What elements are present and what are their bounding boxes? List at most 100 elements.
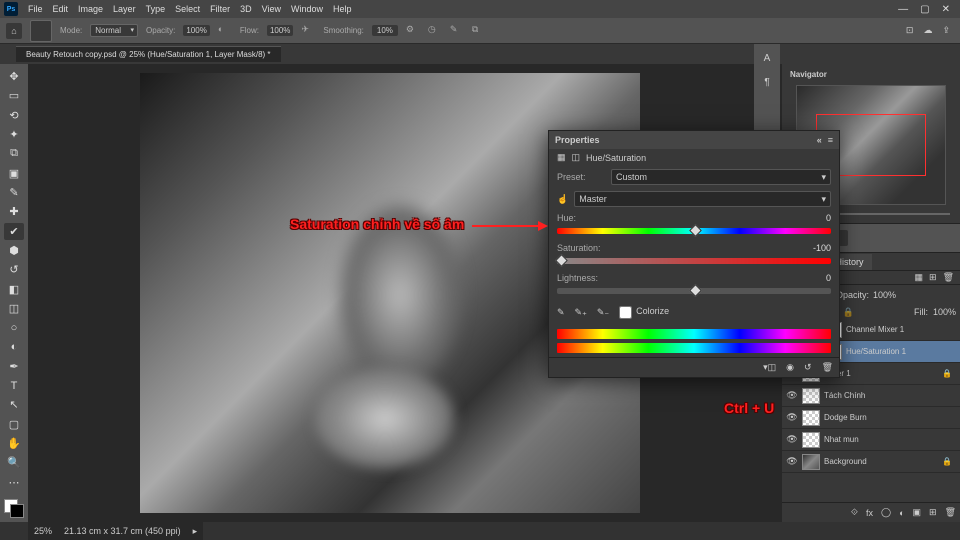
hue-slider[interactable] <box>549 226 839 240</box>
saturation-slider[interactable] <box>549 256 839 270</box>
menu-edit[interactable]: Edit <box>53 4 69 14</box>
color-swatch[interactable] <box>4 499 24 518</box>
layer-mask-icon[interactable]: ◯ <box>881 507 891 518</box>
visibility-icon[interactable]: 👁 <box>786 456 798 467</box>
color-panel-icon[interactable]: A <box>759 50 775 66</box>
arrow-icon <box>472 220 548 232</box>
dodge-tool[interactable]: ◐ <box>4 338 24 355</box>
finger-icon[interactable]: ☝ <box>557 194 568 205</box>
symmetry-icon[interactable]: ⧉ <box>472 24 486 38</box>
menu-view[interactable]: View <box>262 4 281 14</box>
channel-select[interactable]: Master <box>574 191 831 207</box>
edit-toolbar[interactable]: ⋯ <box>4 474 24 491</box>
mask-icon[interactable]: ◫ <box>572 152 581 163</box>
menu-select[interactable]: Select <box>175 4 200 14</box>
layer-row[interactable]: 👁Dodge Burn <box>782 407 960 429</box>
panel-menu-icon[interactable]: ≡ <box>828 135 833 145</box>
group-icon[interactable]: ▣ <box>913 507 922 518</box>
type-tool[interactable]: T <box>4 377 24 394</box>
pen-tool[interactable]: ✒ <box>4 358 24 375</box>
visibility-icon[interactable]: 👁 <box>786 412 798 423</box>
eyedropper-add-icon[interactable]: ✎₊ <box>575 307 587 318</box>
brush-preview[interactable] <box>30 20 52 42</box>
crop-tool[interactable]: ⧉ <box>4 145 24 162</box>
hue-value[interactable]: 0 <box>803 213 831 223</box>
eraser-tool[interactable]: ◧ <box>4 280 24 297</box>
close-icon[interactable]: ✕ <box>942 4 950 15</box>
preset-select[interactable]: Custom <box>611 169 831 185</box>
angle-icon[interactable]: ◷ <box>428 24 442 38</box>
lightness-slider[interactable] <box>549 286 839 300</box>
pressure-size-icon[interactable]: ✎ <box>450 24 464 38</box>
menu-help[interactable]: Help <box>333 4 352 14</box>
menu-layer[interactable]: Layer <box>113 4 136 14</box>
eyedropper-icon[interactable]: ✎ <box>557 307 565 318</box>
minimize-icon[interactable]: — <box>898 4 908 15</box>
clip-icon[interactable]: ▾◫ <box>763 362 776 373</box>
move-tool[interactable]: ✥ <box>4 68 24 85</box>
menu-image[interactable]: Image <box>78 4 103 14</box>
adjustment-layer-icon[interactable]: ◐ <box>899 508 904 518</box>
stamp-tool[interactable]: ⬢ <box>4 242 24 259</box>
menu-file[interactable]: File <box>28 4 43 14</box>
history-icon[interactable]: ▦ <box>915 272 924 283</box>
eyedropper-tool[interactable]: ✎ <box>4 184 24 201</box>
lock-all-icon[interactable]: 🔒 <box>843 307 853 317</box>
document-tab[interactable]: Beauty Retouch copy.psd @ 25% (Hue/Satur… <box>16 46 281 62</box>
opacity-value[interactable]: 100% <box>183 25 209 36</box>
frame-tool[interactable]: ▣ <box>4 165 24 182</box>
brush-tool[interactable]: ✔ <box>4 223 24 240</box>
blur-tool[interactable]: ○ <box>4 319 24 336</box>
delete-layer-icon[interactable]: 🗑 <box>945 507 956 518</box>
gradient-tool[interactable]: ◫ <box>4 300 24 317</box>
pressure-opacity-icon[interactable]: ◐ <box>218 24 232 38</box>
lasso-tool[interactable]: ⟲ <box>4 107 24 124</box>
layer-fx-icon[interactable]: fx <box>866 508 873 518</box>
marquee-tool[interactable]: ▭ <box>4 87 24 104</box>
layer-row[interactable]: 👁Nhat mun <box>782 429 960 451</box>
share-icon[interactable]: ⇪ <box>942 25 950 36</box>
smoothing-value[interactable]: 10% <box>372 25 398 36</box>
path-tool[interactable]: ↖ <box>4 396 24 413</box>
visibility-icon[interactable]: 👁 <box>786 434 798 445</box>
visibility-icon[interactable]: 👁 <box>786 390 798 401</box>
colorize-checkbox[interactable] <box>619 306 632 319</box>
wand-tool[interactable]: ✦ <box>4 126 24 143</box>
saturation-value[interactable]: -100 <box>803 243 831 253</box>
flow-value[interactable]: 100% <box>267 25 293 36</box>
reset-icon[interactable]: ↺ <box>804 362 812 373</box>
fill-value[interactable]: 100% <box>933 307 956 317</box>
cloud-icon[interactable]: ☁ <box>923 25 932 36</box>
history-trash-icon[interactable]: 🗑 <box>943 272 954 283</box>
menu-window[interactable]: Window <box>291 4 323 14</box>
trash-icon[interactable]: 🗑 <box>822 362 833 373</box>
layer-opacity-value[interactable]: 100% <box>873 290 896 300</box>
eyedropper-sub-icon[interactable]: ✎₋ <box>597 307 609 318</box>
view-previous-icon[interactable]: ◉ <box>786 362 794 373</box>
history-new-icon[interactable]: ⊞ <box>929 272 937 283</box>
history-brush-tool[interactable]: ↺ <box>4 261 24 278</box>
new-layer-icon[interactable]: ⊞ <box>929 507 937 518</box>
char-panel-icon[interactable]: ¶ <box>759 74 775 90</box>
adjustment-type-icon: ▦ <box>557 152 566 163</box>
layer-row[interactable]: 👁Tách Chính <box>782 385 960 407</box>
panel-collapse-icon[interactable]: « <box>817 135 822 145</box>
shape-tool[interactable]: ▢ <box>4 416 24 433</box>
search-icon[interactable]: ⊡ <box>906 25 914 36</box>
status-chevron-icon[interactable]: ▸ <box>193 526 198 537</box>
maximize-icon[interactable]: ▢ <box>920 4 929 15</box>
layer-row[interactable]: 👁Background🔒 <box>782 451 960 473</box>
hand-tool[interactable]: ✋ <box>4 435 24 452</box>
menu-3d[interactable]: 3D <box>240 4 252 14</box>
heal-tool[interactable]: ✚ <box>4 203 24 220</box>
lightness-value[interactable]: 0 <box>803 273 831 283</box>
link-layers-icon[interactable]: ⟐ <box>851 507 858 518</box>
zoom-tool[interactable]: 🔍 <box>4 454 24 471</box>
zoom-level[interactable]: 25% <box>34 526 52 536</box>
home-icon[interactable]: ⌂ <box>6 23 22 39</box>
blend-mode-select[interactable]: Normal <box>90 24 138 37</box>
airbrush-icon[interactable]: ✈ <box>301 24 315 38</box>
gear-icon[interactable]: ⚙ <box>406 24 420 38</box>
menu-type[interactable]: Type <box>146 4 166 14</box>
menu-filter[interactable]: Filter <box>210 4 230 14</box>
